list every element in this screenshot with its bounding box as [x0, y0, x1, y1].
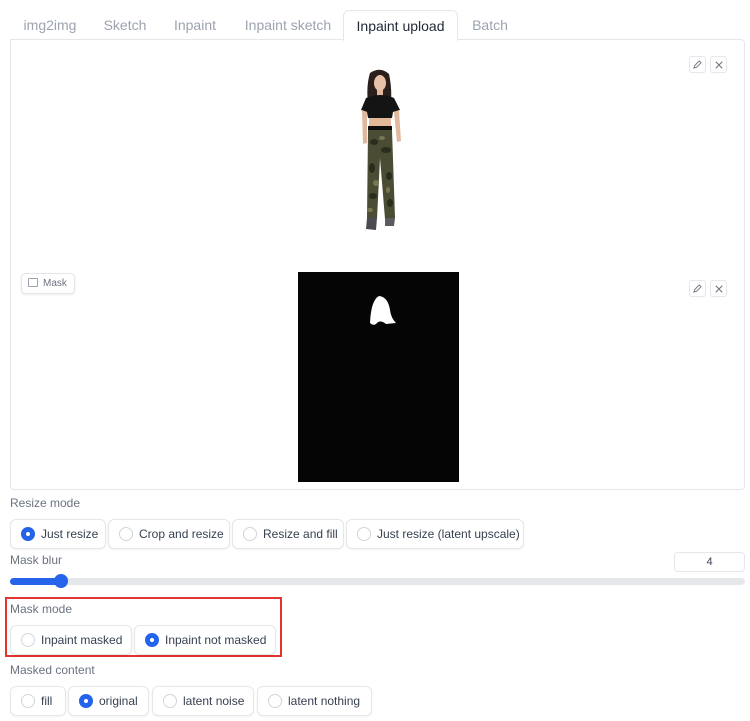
- resize-option-just-resize[interactable]: Just resize: [10, 519, 106, 549]
- masked-content-fill[interactable]: fill: [10, 686, 66, 716]
- mask-image[interactable]: [298, 272, 459, 482]
- option-label: original: [99, 694, 138, 708]
- tab-img2img[interactable]: img2img: [10, 10, 90, 40]
- radio-dot[interactable]: [21, 633, 35, 647]
- tab-inpaint[interactable]: Inpaint: [160, 10, 230, 40]
- mask-blur-input[interactable]: 4: [674, 552, 745, 572]
- radio-dot[interactable]: [145, 633, 159, 647]
- mask-blur-label: Mask blur: [10, 553, 63, 567]
- edit-mask-button[interactable]: [689, 280, 706, 297]
- close-icon: [714, 285, 723, 293]
- mask-blur-slider[interactable]: [10, 574, 745, 588]
- radio-dot[interactable]: [268, 694, 282, 708]
- option-label: fill: [41, 694, 53, 708]
- radio-dot[interactable]: [79, 694, 93, 708]
- mask-mode-inpaint-masked[interactable]: Inpaint masked: [10, 625, 132, 655]
- image-icon: [28, 278, 38, 287]
- masked-content-latent-nothing[interactable]: latent nothing: [257, 686, 372, 716]
- pencil-icon: [693, 60, 702, 69]
- clear-image-button[interactable]: [710, 56, 727, 73]
- tab-inpaint-upload[interactable]: Inpaint upload: [343, 10, 458, 41]
- slider-thumb[interactable]: [54, 574, 69, 588]
- option-label: Inpaint not masked: [165, 633, 267, 647]
- masked-content-latent-noise[interactable]: latent noise: [152, 686, 254, 716]
- resize-option-resize-and-fill[interactable]: Resize and fill: [232, 519, 344, 549]
- masked-content-original[interactable]: original: [68, 686, 149, 716]
- tab-batch[interactable]: Batch: [460, 10, 520, 40]
- radio-dot[interactable]: [21, 527, 35, 541]
- clear-mask-button[interactable]: [710, 280, 727, 297]
- tab-sketch[interactable]: Sketch: [92, 10, 158, 40]
- resize-option-latent-upscale[interactable]: Just resize (latent upscale): [346, 519, 524, 549]
- radio-dot[interactable]: [243, 527, 257, 541]
- option-label: Crop and resize: [139, 527, 224, 541]
- radio-dot[interactable]: [21, 694, 35, 708]
- option-label: Just resize: [41, 527, 99, 541]
- resize-mode-label: Resize mode: [10, 496, 81, 510]
- radio-dot[interactable]: [357, 527, 371, 541]
- close-icon: [714, 61, 723, 69]
- radio-dot[interactable]: [119, 527, 133, 541]
- image-panel: Mask: [10, 39, 745, 490]
- mask-label-text: Mask: [43, 278, 67, 289]
- mask-mode-inpaint-not-masked[interactable]: Inpaint not masked: [134, 625, 276, 655]
- resize-option-crop-and-resize[interactable]: Crop and resize: [108, 519, 230, 549]
- pencil-icon: [693, 284, 702, 293]
- tab-bar: img2img Sketch Inpaint Inpaint sketch In…: [10, 10, 745, 41]
- tab-inpaint-sketch[interactable]: Inpaint sketch: [232, 10, 344, 40]
- edit-image-button[interactable]: [689, 56, 706, 73]
- radio-dot[interactable]: [163, 694, 177, 708]
- uploaded-image[interactable]: [346, 68, 416, 243]
- option-label: Resize and fill: [263, 527, 338, 541]
- option-label: Just resize (latent upscale): [377, 527, 520, 541]
- option-label: Inpaint masked: [41, 633, 123, 647]
- option-label: latent nothing: [288, 694, 361, 708]
- mask-label: Mask: [21, 273, 75, 294]
- masked-content-label: Masked content: [10, 663, 95, 677]
- mask-mode-label: Mask mode: [10, 602, 73, 616]
- option-label: latent noise: [183, 694, 245, 708]
